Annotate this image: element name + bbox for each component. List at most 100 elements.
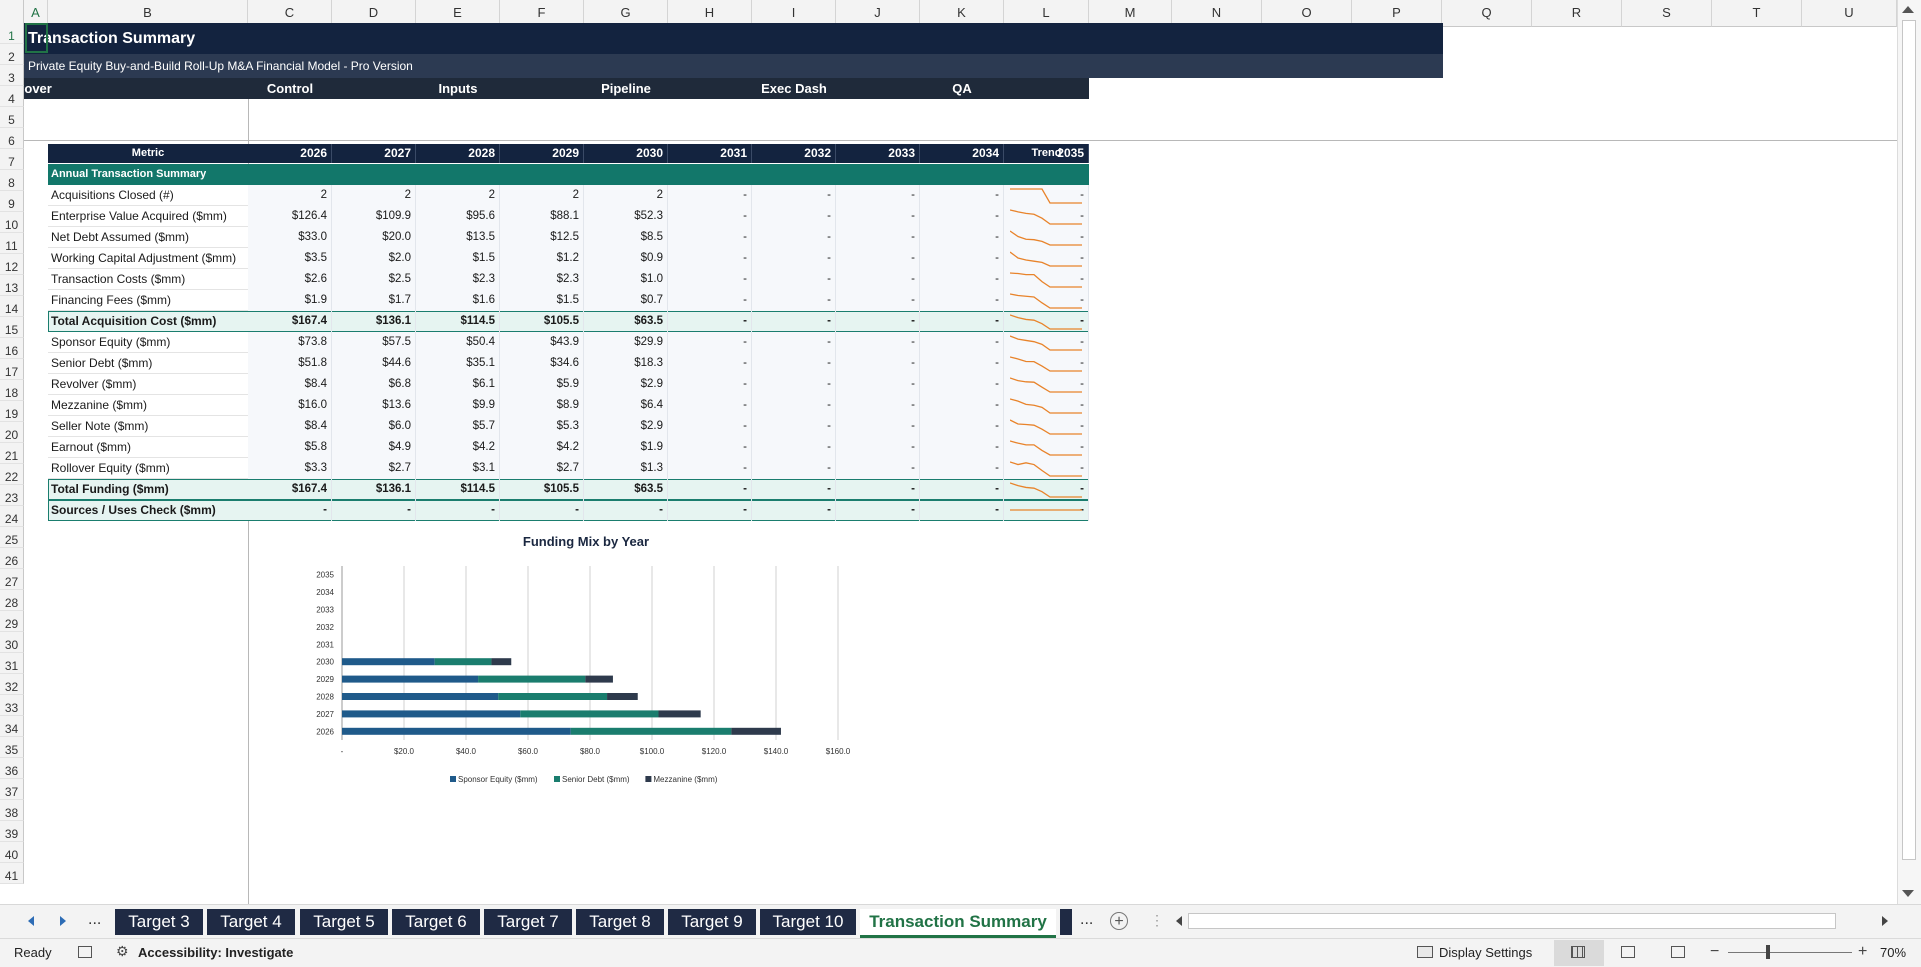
- chart-bar[interactable]: [658, 710, 701, 718]
- value-cell[interactable]: -: [836, 248, 920, 269]
- value-cell[interactable]: -: [752, 185, 836, 206]
- value-cell[interactable]: $3.3: [248, 458, 332, 479]
- value-cell[interactable]: -: [416, 500, 500, 521]
- value-cell[interactable]: -: [752, 500, 836, 521]
- selected-cell-a1[interactable]: [25, 23, 48, 53]
- value-cell[interactable]: $2.9: [584, 416, 668, 437]
- value-cell[interactable]: $2.0: [332, 248, 416, 269]
- chart-bar[interactable]: [434, 658, 492, 666]
- value-cell[interactable]: $2.9: [584, 374, 668, 395]
- nav-pipeline[interactable]: Pipeline: [584, 78, 668, 99]
- value-cell[interactable]: -: [920, 311, 1004, 332]
- row-label[interactable]: Senior Debt ($mm): [51, 353, 247, 374]
- value-cell[interactable]: -: [836, 332, 920, 353]
- value-cell[interactable]: -: [584, 500, 668, 521]
- value-cell[interactable]: -: [836, 206, 920, 227]
- value-cell[interactable]: $43.9: [500, 332, 584, 353]
- value-cell[interactable]: -: [752, 269, 836, 290]
- value-cell[interactable]: -: [332, 500, 416, 521]
- value-cell[interactable]: -: [920, 500, 1004, 521]
- row-header-27[interactable]: 27: [0, 569, 24, 590]
- value-cell[interactable]: $6.4: [584, 395, 668, 416]
- value-cell[interactable]: -: [500, 500, 584, 521]
- row-header-29[interactable]: 29: [0, 611, 24, 632]
- scroll-up-arrow[interactable]: [1902, 6, 1914, 13]
- value-cell[interactable]: -: [920, 395, 1004, 416]
- nav-cover[interactable]: Cover: [24, 78, 248, 99]
- value-cell[interactable]: $44.6: [332, 353, 416, 374]
- add-sheet-icon[interactable]: +: [1110, 912, 1128, 930]
- sheet-tab-target-7[interactable]: Target 7: [484, 909, 572, 935]
- scroll-down-arrow[interactable]: [1902, 890, 1914, 897]
- value-cell[interactable]: -: [920, 185, 1004, 206]
- value-cell[interactable]: -: [836, 290, 920, 311]
- nav-control[interactable]: Control: [248, 78, 332, 99]
- value-cell[interactable]: $29.9: [584, 332, 668, 353]
- row-label[interactable]: Net Debt Assumed ($mm): [51, 227, 247, 248]
- row-header-39[interactable]: 39: [0, 821, 24, 842]
- value-cell[interactable]: 2: [248, 185, 332, 206]
- value-cell[interactable]: $1.2: [500, 248, 584, 269]
- row-header-31[interactable]: 31: [0, 653, 24, 674]
- value-cell[interactable]: $1.9: [584, 437, 668, 458]
- row-label[interactable]: Rollover Equity ($mm): [51, 458, 247, 479]
- value-cell[interactable]: $33.0: [248, 227, 332, 248]
- value-cell[interactable]: -: [668, 479, 752, 500]
- value-cell[interactable]: -: [668, 248, 752, 269]
- value-cell[interactable]: -: [752, 290, 836, 311]
- row-header-21[interactable]: 21: [0, 443, 24, 464]
- row-header-13[interactable]: 13: [0, 275, 24, 296]
- value-cell[interactable]: -: [668, 332, 752, 353]
- display-settings-icon[interactable]: [1417, 946, 1433, 958]
- column-header-r[interactable]: R: [1532, 0, 1622, 27]
- value-cell[interactable]: $2.3: [416, 269, 500, 290]
- value-cell[interactable]: 2: [416, 185, 500, 206]
- row-header-15[interactable]: 15: [0, 317, 24, 338]
- nav-qa[interactable]: QA: [920, 78, 1004, 99]
- macro-recording-icon[interactable]: [78, 946, 92, 958]
- row-label[interactable]: Sources / Uses Check ($mm): [51, 500, 247, 521]
- row-header-22[interactable]: 22: [0, 464, 24, 485]
- value-cell[interactable]: $63.5: [584, 311, 668, 332]
- row-label[interactable]: Mezzanine ($mm): [51, 395, 247, 416]
- value-cell[interactable]: -: [668, 374, 752, 395]
- sheet-tab-target-10[interactable]: Target 10: [760, 909, 856, 935]
- tab-scroll-left-icon[interactable]: [28, 916, 34, 926]
- row-label[interactable]: Financing Fees ($mm): [51, 290, 247, 311]
- value-cell[interactable]: $1.3: [584, 458, 668, 479]
- value-cell[interactable]: -: [920, 416, 1004, 437]
- column-header-u[interactable]: U: [1802, 0, 1897, 27]
- row-header-20[interactable]: 20: [0, 422, 24, 443]
- value-cell[interactable]: -: [836, 374, 920, 395]
- value-cell[interactable]: $3.5: [248, 248, 332, 269]
- value-cell[interactable]: $13.5: [416, 227, 500, 248]
- row-header-41[interactable]: 41: [0, 863, 24, 884]
- row-header-38[interactable]: 38: [0, 800, 24, 821]
- chart-bar[interactable]: [491, 658, 512, 666]
- row-label[interactable]: Seller Note ($mm): [51, 416, 247, 437]
- value-cell[interactable]: $5.3: [500, 416, 584, 437]
- value-cell[interactable]: -: [752, 479, 836, 500]
- zoom-slider-thumb[interactable]: [1766, 945, 1770, 959]
- value-cell[interactable]: -: [752, 437, 836, 458]
- row-header-34[interactable]: 34: [0, 716, 24, 737]
- value-cell[interactable]: -: [668, 395, 752, 416]
- row-header-28[interactable]: 28: [0, 590, 24, 611]
- row-label[interactable]: Revolver ($mm): [51, 374, 247, 395]
- value-cell[interactable]: $52.3: [584, 206, 668, 227]
- value-cell[interactable]: -: [920, 206, 1004, 227]
- value-cell[interactable]: $1.0: [584, 269, 668, 290]
- value-cell[interactable]: $3.1: [416, 458, 500, 479]
- accessibility-icon[interactable]: ⚙: [116, 943, 129, 960]
- row-header-40[interactable]: 40: [0, 842, 24, 863]
- value-cell[interactable]: $167.4: [248, 311, 332, 332]
- row-label[interactable]: Earnout ($mm): [51, 437, 247, 458]
- value-cell[interactable]: $136.1: [332, 479, 416, 500]
- funding-mix-chart[interactable]: Funding Mix by Year 2026 2027 2028 2029 2030…: [300, 528, 860, 790]
- sheet-tab-overflow[interactable]: [1060, 909, 1072, 935]
- value-cell[interactable]: -: [668, 227, 752, 248]
- value-cell[interactable]: $114.5: [416, 479, 500, 500]
- chart-bar[interactable]: [498, 693, 608, 700]
- row-header-8[interactable]: 8: [0, 170, 24, 191]
- value-cell[interactable]: -: [668, 185, 752, 206]
